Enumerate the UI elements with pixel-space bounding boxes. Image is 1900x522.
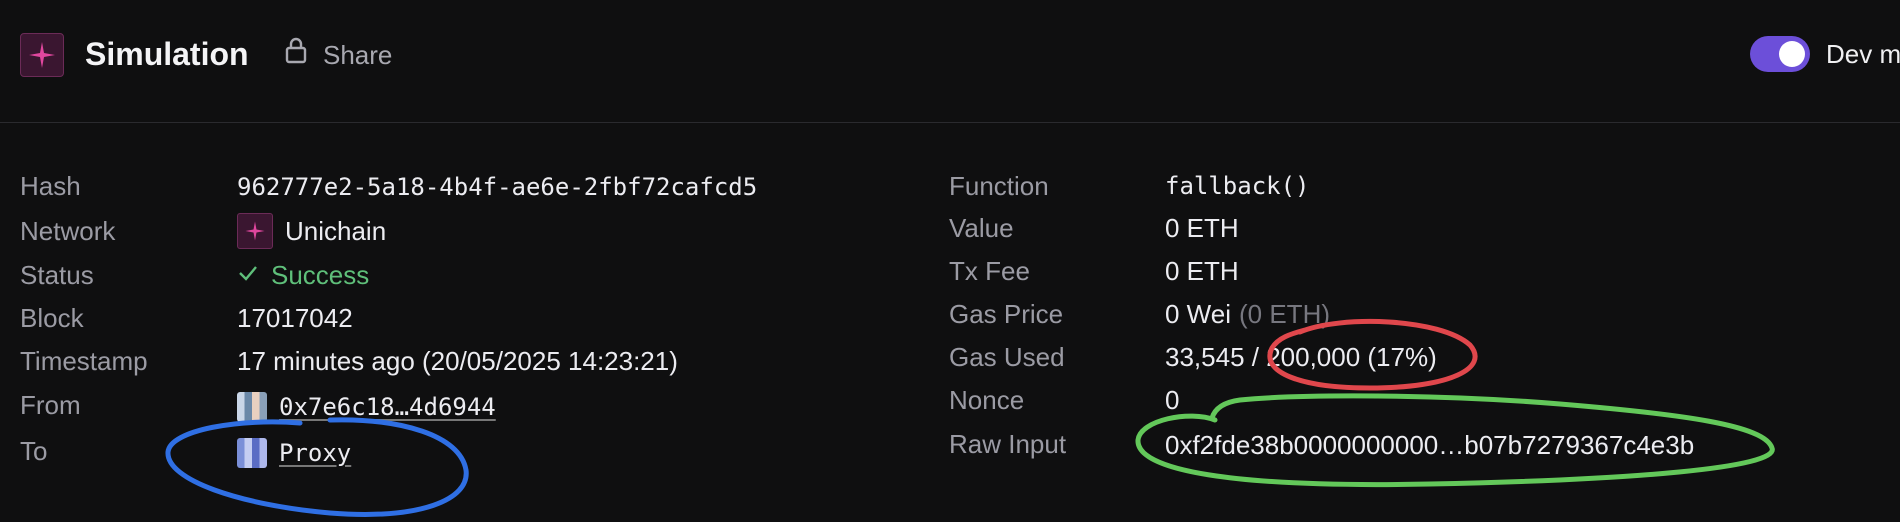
toggle-knob (1779, 41, 1805, 67)
tx-fee-label: Tx Fee (949, 256, 1030, 286)
gas-price-value: 0 Wei (0 ETH) (1165, 294, 1330, 334)
network-label: Network (20, 216, 116, 246)
network-value: Unichain (237, 211, 386, 251)
unichain-icon (237, 213, 273, 249)
page-title: Simulation (85, 36, 249, 72)
from-address-link[interactable]: 0x7e6c18…4d6944 (279, 387, 496, 427)
dev-mode-label: Dev m (1826, 39, 1900, 69)
to-label: To (20, 436, 48, 466)
network-name: Unichain (285, 216, 387, 246)
to-proxy-link[interactable]: Proxy (279, 433, 351, 473)
from-value: 0x7e6c18…4d6944 (237, 387, 496, 427)
to-avatar (237, 438, 267, 468)
nonce-value: 0 (1165, 385, 1180, 415)
gas-used-value: 33,545 / 200,000 (17%) (1165, 342, 1437, 372)
gas-price-eth: (0 ETH) (1239, 299, 1330, 329)
check-icon (237, 255, 259, 295)
timestamp-label: Timestamp (20, 346, 148, 376)
top-bar: Simulation Share Dev m (0, 0, 1900, 123)
simulation-logo-icon (20, 33, 64, 77)
status-text: Success (271, 260, 370, 290)
hash-label: Hash (20, 171, 81, 201)
raw-input-label: Raw Input (949, 429, 1067, 459)
raw-input-value[interactable]: 0xf2fde38b0000000000…b07b7279367c4e3b (1165, 425, 1694, 465)
tx-fee-value: 0 ETH (1165, 256, 1239, 286)
share-label: Share (323, 39, 393, 70)
function-value: fallback() (1165, 172, 1310, 200)
lock-icon (283, 36, 309, 73)
gas-price-wei: 0 Wei (1165, 299, 1231, 329)
from-avatar (237, 392, 267, 422)
gas-price-label: Gas Price (949, 299, 1064, 329)
nonce-label: Nonce (949, 385, 1025, 415)
value-label: Value (949, 213, 1014, 243)
gas-used-label: Gas Used (949, 342, 1065, 372)
value-value: 0 ETH (1165, 213, 1239, 243)
share-button[interactable]: Share (283, 36, 392, 73)
block-label: Block (20, 303, 84, 333)
hash-value: 962777e2-5a18-4b4f-ae6e-2fbf72cafcd5 (237, 173, 758, 201)
to-value: Proxy (237, 433, 351, 473)
timestamp-value: 17 minutes ago (20/05/2025 14:23:21) (237, 346, 678, 376)
from-label: From (20, 390, 81, 420)
status-label: Status (20, 260, 94, 290)
function-label: Function (949, 171, 1049, 201)
status-value: Success (237, 255, 369, 295)
dev-mode-toggle[interactable] (1750, 36, 1810, 72)
block-value: 17017042 (237, 303, 353, 333)
